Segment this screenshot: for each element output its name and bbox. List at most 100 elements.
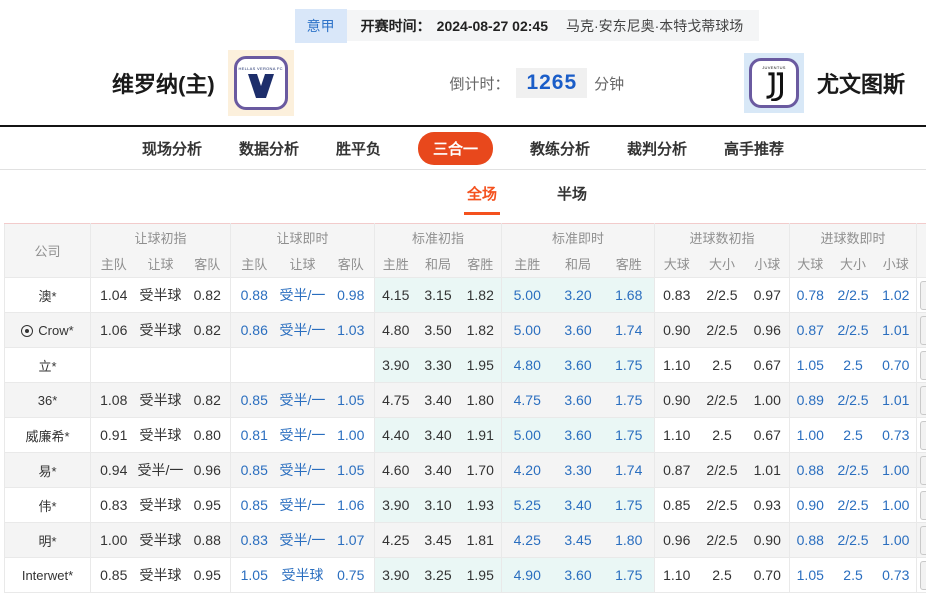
detail-column-header	[917, 224, 926, 278]
odds-cell: 0.95	[185, 488, 231, 523]
odds-cell: 0.85	[91, 558, 137, 593]
subcol-header: 客队	[185, 251, 231, 278]
detail-button[interactable]: 详情	[920, 526, 926, 555]
odds-cell	[137, 348, 185, 383]
odds-cell: 3.45	[553, 523, 604, 558]
detail-button[interactable]: 详情	[920, 316, 926, 345]
odds-cell: 受半球	[137, 278, 185, 313]
match-info-bar: 意甲 开赛时间：2024-08-27 02:45 马克·安东尼奥·本特戈蒂球场	[295, 10, 760, 41]
odds-cell: 2/2.5	[699, 278, 746, 313]
detail-cell: 详情	[917, 348, 926, 383]
odds-cell: 0.78	[790, 278, 831, 313]
odds-cell: 受半/一	[278, 383, 328, 418]
tab-half-match[interactable]: 半场	[554, 183, 590, 215]
tab-data-analysis[interactable]: 数据分析	[239, 138, 299, 159]
odds-cell: 0.89	[790, 383, 831, 418]
odds-cell: 3.90	[375, 348, 417, 383]
odds-cell: 1.05	[790, 558, 831, 593]
home-team-logo: HELLAS VERONA FC	[228, 50, 294, 116]
detail-cell: 详情	[917, 418, 926, 453]
odds-cell: 2/2.5	[831, 488, 876, 523]
subcol-header: 主胜	[502, 251, 553, 278]
odds-cell: 1.08	[91, 383, 137, 418]
odds-cell: 4.20	[502, 453, 553, 488]
odds-cell: 1.03	[328, 313, 375, 348]
detail-button[interactable]: 详情	[920, 491, 926, 520]
odds-cell: 1.02	[876, 278, 917, 313]
tab-expert-picks[interactable]: 高手推荐	[724, 138, 784, 159]
odds-cell: 0.80	[185, 418, 231, 453]
subcol-header: 大球	[655, 251, 699, 278]
verona-v-icon	[245, 72, 277, 100]
odds-cell: 1.00	[790, 418, 831, 453]
odds-cell: 2/2.5	[831, 453, 876, 488]
odds-cell	[231, 348, 278, 383]
odds-cell: 1.01	[746, 453, 790, 488]
subcol-header: 小球	[746, 251, 790, 278]
juventus-j-icon	[762, 71, 786, 101]
odds-cell: 2/2.5	[831, 523, 876, 558]
detail-button[interactable]: 详情	[920, 421, 926, 450]
odds-cell: 受半/一	[278, 523, 328, 558]
tab-live-analysis[interactable]: 现场分析	[142, 138, 202, 159]
odds-cell: 0.83	[91, 488, 137, 523]
odds-cell: 2.5	[699, 558, 746, 593]
company-cell: 易*	[5, 453, 91, 488]
odds-cell: 受半球	[137, 418, 185, 453]
odds-cell: 1.75	[604, 418, 655, 453]
odds-cell: 4.75	[375, 383, 417, 418]
odds-cell: 4.80	[502, 348, 553, 383]
subcol-header: 客胜	[604, 251, 655, 278]
tab-three-in-one[interactable]: 三合一	[418, 132, 493, 165]
table-row: 明*1.00受半球0.880.83受半/一1.074.253.451.814.2…	[5, 523, 926, 558]
odds-cell: 2/2.5	[831, 278, 876, 313]
odds-cell: 5.00	[502, 418, 553, 453]
odds-cell: 3.25	[417, 558, 460, 593]
group-header-handicap-initial: 让球初指	[91, 224, 231, 251]
odds-cell: 0.90	[790, 488, 831, 523]
company-cell: 36*	[5, 383, 91, 418]
odds-cell: 1.70	[460, 453, 502, 488]
detail-button[interactable]: 详情	[920, 561, 926, 590]
odds-cell: 2.5	[699, 348, 746, 383]
odds-cell: 0.96	[655, 523, 699, 558]
table-row: 易*0.94受半/一0.960.85受半/一1.054.603.401.704.…	[5, 453, 926, 488]
tab-coach-analysis[interactable]: 教练分析	[530, 138, 590, 159]
odds-cell: 4.75	[502, 383, 553, 418]
odds-cell: 1.74	[604, 453, 655, 488]
odds-cell	[328, 348, 375, 383]
tab-full-match[interactable]: 全场	[464, 183, 500, 215]
odds-cell: 1.00	[876, 488, 917, 523]
odds-cell: 3.60	[553, 558, 604, 593]
odds-cell: 1.10	[655, 558, 699, 593]
odds-cell: 3.10	[417, 488, 460, 523]
odds-cell: 受半/一	[278, 278, 328, 313]
odds-cell: 0.70	[876, 348, 917, 383]
odds-cell: 4.25	[502, 523, 553, 558]
odds-cell: 2/2.5	[699, 313, 746, 348]
detail-cell: 详情	[917, 558, 926, 593]
subcol-header: 小球	[876, 251, 917, 278]
odds-cell: 1.81	[460, 523, 502, 558]
detail-button[interactable]: 详情	[920, 351, 926, 380]
odds-cell: 1.82	[460, 278, 502, 313]
tab-win-draw-lose[interactable]: 胜平负	[336, 138, 381, 159]
odds-cell: 0.98	[328, 278, 375, 313]
odds-cell: 受半球	[137, 558, 185, 593]
subcol-header: 主胜	[375, 251, 417, 278]
tab-referee-analysis[interactable]: 裁判分析	[627, 138, 687, 159]
odds-cell: 1.00	[328, 418, 375, 453]
table-row: Interwet*0.85受半球0.951.05受半球0.753.903.251…	[5, 558, 926, 593]
detail-button[interactable]: 详情	[920, 386, 926, 415]
odds-cell: 0.86	[231, 313, 278, 348]
detail-button[interactable]: 详情	[920, 281, 926, 310]
odds-cell: 4.25	[375, 523, 417, 558]
countdown-label: 倒计时：	[449, 73, 509, 94]
odds-cell: 0.87	[655, 453, 699, 488]
nav-bar: 现场分析 数据分析 胜平负 三合一 教练分析 裁判分析 高手推荐	[0, 125, 926, 170]
odds-cell: 受半球	[278, 558, 328, 593]
odds-cell: 0.90	[655, 383, 699, 418]
odds-cell: 受半球	[137, 313, 185, 348]
detail-button[interactable]: 详情	[920, 456, 926, 485]
subcol-header: 让球	[278, 251, 328, 278]
